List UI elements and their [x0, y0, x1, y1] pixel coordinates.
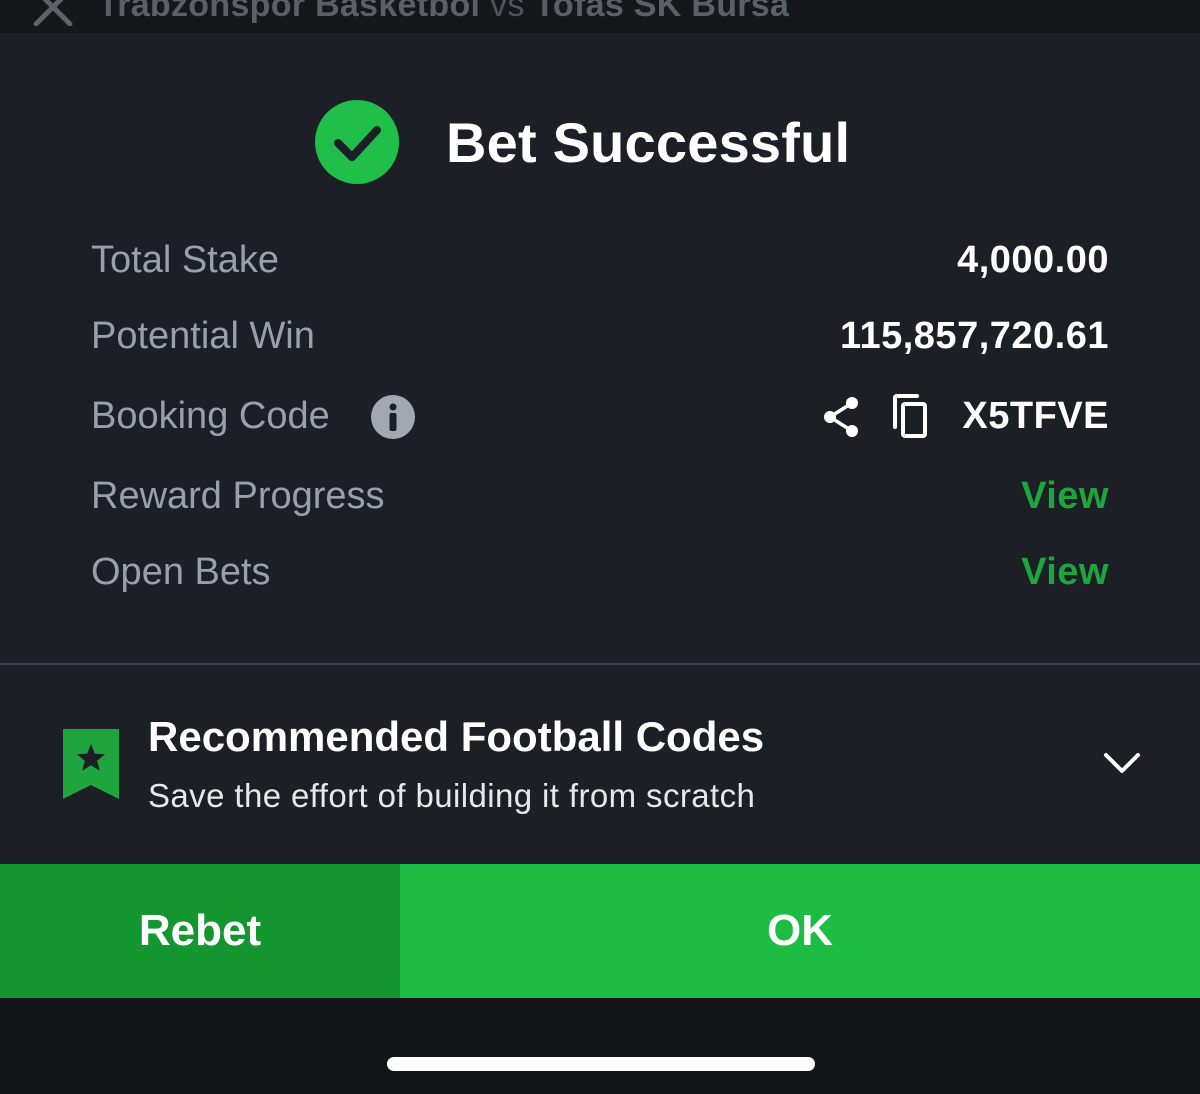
versus-label: vs	[490, 0, 525, 24]
open-bets-row: Open Bets View	[91, 543, 1109, 603]
copy-icon[interactable]	[889, 393, 931, 441]
open-bets-view-link[interactable]: View	[1021, 551, 1109, 594]
booking-code-label: Booking Code	[91, 395, 330, 437]
total-stake-row: Total Stake 4,000.00	[91, 231, 1109, 291]
total-stake-label: Total Stake	[91, 239, 279, 281]
rebet-button[interactable]: Rebet	[0, 864, 400, 998]
booking-code-value[interactable]: X5TFVE	[962, 395, 1109, 438]
recommended-title: Recommended Football Codes	[148, 713, 765, 760]
bottom-safe-area	[0, 998, 1200, 1094]
reward-progress-label: Reward Progress	[91, 475, 385, 517]
recommended-subtitle: Save the effort of building it from scra…	[148, 777, 756, 814]
reward-progress-view-link[interactable]: View	[1021, 475, 1109, 518]
match-title: Trabzonspor Basketbol vs Tofas SK Bursa	[98, 0, 789, 25]
total-stake-value: 4,000.00	[957, 239, 1109, 281]
success-title: Bet Successful	[446, 111, 851, 174]
recommended-codes-section[interactable]: Recommended Football Codes Save the effo…	[0, 713, 1200, 833]
action-buttons: Rebet OK	[0, 864, 1200, 998]
potential-win-label: Potential Win	[91, 315, 315, 357]
home-indicator[interactable]	[387, 1057, 815, 1071]
checkmark-circle-icon	[315, 100, 399, 184]
potential-win-value: 115,857,720.61	[839, 315, 1109, 357]
bet-confirmation-panel: Bet Successful Total Stake 4,000.00 Pote…	[0, 33, 1200, 998]
info-icon[interactable]	[371, 395, 415, 439]
close-icon[interactable]	[30, 0, 78, 27]
chevron-down-icon[interactable]	[1100, 747, 1144, 777]
success-header: Bet Successful	[0, 100, 1200, 186]
potential-win-row: Potential Win 115,857,720.61	[91, 307, 1109, 367]
ok-button[interactable]: OK	[400, 864, 1200, 998]
bookmark-star-icon	[63, 729, 119, 801]
home-team: Trabzonspor Basketbol	[98, 0, 481, 24]
reward-progress-row: Reward Progress View	[91, 467, 1109, 527]
booking-code-row: Booking Code X5TFVE	[91, 387, 1109, 447]
away-team: Tofas SK Bursa	[534, 0, 790, 24]
share-icon[interactable]	[819, 395, 863, 439]
open-bets-label: Open Bets	[91, 551, 271, 593]
divider	[0, 663, 1200, 665]
match-header: Trabzonspor Basketbol vs Tofas SK Bursa	[0, 0, 1200, 33]
